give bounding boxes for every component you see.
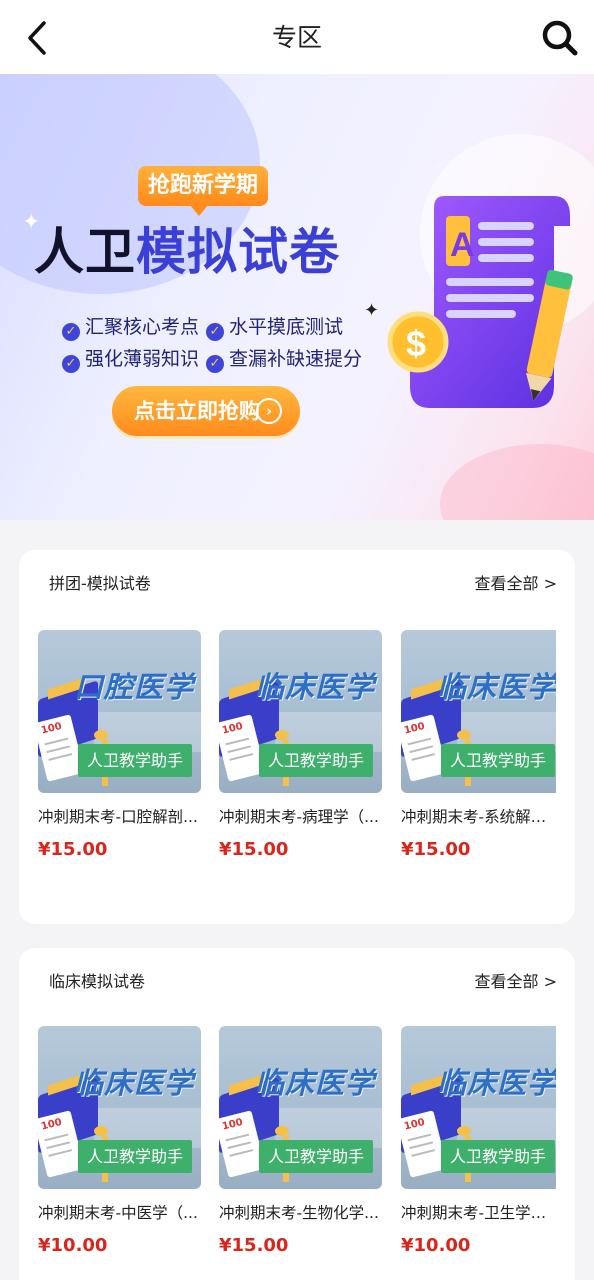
publisher-badge: 人卫教学助手 [78, 1140, 192, 1173]
product-card[interactable]: 100 临床医学 人卫教学助手 冲刺期末考-中医学（... ¥10.00 [38, 1026, 201, 1257]
publisher-badge: 人卫教学助手 [78, 744, 192, 777]
thumbnail-title: 临床医学 [255, 670, 376, 704]
section-title: 拼团-模拟试卷 [49, 574, 151, 593]
product-card[interactable]: 100 临床医学 人卫教学助手 冲刺期末考-病理学（... ¥15.00 [219, 630, 382, 861]
chevron-right-icon: › [256, 398, 282, 424]
product-name: 冲刺期末考-口腔解剖... [38, 808, 198, 826]
product-card[interactable]: 100 临床医学 人卫教学助手 冲刺期末考-系统解剖... ¥15.00 [401, 630, 556, 861]
product-thumbnail: 100 临床医学 人卫教学助手 [38, 1026, 201, 1189]
publisher-badge: 人卫教学助手 [441, 1140, 555, 1173]
product-name: 冲刺期末考-中医学（... [38, 1204, 198, 1222]
exam-scroll-illustration: A $ [387, 196, 573, 408]
svg-text:A: A [450, 226, 475, 264]
view-all-link[interactable]: 查看全部 > [475, 972, 558, 992]
buy-now-label: 点击立即抢购 [134, 399, 260, 423]
top-bar: 专区 [0, 0, 594, 74]
search-button[interactable] [540, 18, 580, 58]
product-name: 冲刺期末考-卫生学（... [401, 1204, 556, 1222]
feature-item: ✓ 水平摸底测试 [206, 314, 343, 341]
product-name: 冲刺期末考-病理学（... [219, 808, 379, 826]
product-price: ¥10.00 [38, 1235, 108, 1256]
view-all-link[interactable]: 查看全部 > [475, 574, 558, 594]
product-thumbnail: 100 临床医学 人卫教学助手 [401, 1026, 556, 1189]
product-price: ¥15.00 [219, 839, 289, 860]
thumbnail-title: 临床医学 [437, 670, 556, 704]
thumbnail-title: 口腔医学 [74, 670, 195, 704]
publisher-badge: 人卫教学助手 [259, 1140, 373, 1173]
product-card[interactable]: 100 临床医学 人卫教学助手 冲刺期末考-生物化学... ¥15.00 [219, 1026, 382, 1257]
thumbnail-title: 临床医学 [74, 1066, 195, 1100]
product-price: ¥15.00 [219, 1235, 289, 1256]
check-icon: ✓ [206, 355, 224, 373]
banner-title-blue: 模拟试卷 [136, 223, 340, 281]
product-card[interactable]: 100 临床医学 人卫教学助手 冲刺期末考-卫生学（... ¥10.00 [401, 1026, 556, 1257]
product-name: 冲刺期末考-系统解剖... [401, 808, 556, 826]
product-price: ¥15.00 [38, 839, 108, 860]
section-card-clinical: 临床模拟试卷 查看全部 > 100 临床医学 人卫教学助手 冲刺期末考-中医学（… [19, 948, 575, 1280]
product-thumbnail: 100 口腔医学 人卫教学助手 [38, 630, 201, 793]
product-card[interactable]: 100 口腔医学 人卫教学助手 冲刺期末考-口腔解剖... ¥15.00 [38, 630, 201, 861]
banner-title: 人卫模拟试卷 [34, 220, 340, 284]
feature-item: ✓ 查漏补缺速提分 [206, 346, 362, 373]
product-price: ¥15.00 [401, 839, 471, 860]
section-card-group-buy: 拼团-模拟试卷 查看全部 > 100 口腔医学 人卫教学助手 冲刺期末考-口腔解… [19, 550, 575, 924]
product-thumbnail: 100 临床医学 人卫教学助手 [219, 1026, 382, 1189]
feature-item: ✓ 强化薄弱知识 [62, 346, 199, 373]
product-thumbnail: 100 临床医学 人卫教学助手 [219, 630, 382, 793]
publisher-badge: 人卫教学助手 [441, 744, 555, 777]
check-icon: ✓ [62, 323, 80, 341]
section-title: 临床模拟试卷 [49, 972, 146, 991]
check-icon: ✓ [62, 355, 80, 373]
banner-decoration [440, 444, 594, 520]
buy-now-button[interactable]: 点击立即抢购 › [112, 386, 300, 436]
check-icon: ✓ [206, 323, 224, 341]
product-price: ¥10.00 [401, 1235, 471, 1256]
page-title: 专区 [271, 23, 322, 52]
product-thumbnail: 100 临床医学 人卫教学助手 [401, 630, 556, 793]
sparkle-icon: ✦ [364, 300, 380, 321]
product-name: 冲刺期末考-生物化学... [219, 1204, 379, 1222]
svg-text:$: $ [406, 323, 426, 364]
publisher-badge: 人卫教学助手 [259, 744, 373, 777]
banner-tag: 抢跑新学期 [138, 166, 268, 216]
thumbnail-title: 临床医学 [255, 1066, 376, 1100]
search-icon [542, 20, 578, 56]
promo-banner[interactable]: ✦ ✦ 抢跑新学期 人卫模拟试卷 ✓ 汇聚核心考点 ✓ 水平摸底测试 ✓ 强化薄弱知识… [0, 74, 594, 520]
feature-item: ✓ 汇聚核心考点 [62, 314, 199, 341]
banner-title-dark: 人卫 [34, 223, 136, 281]
thumbnail-title: 临床医学 [437, 1066, 556, 1100]
